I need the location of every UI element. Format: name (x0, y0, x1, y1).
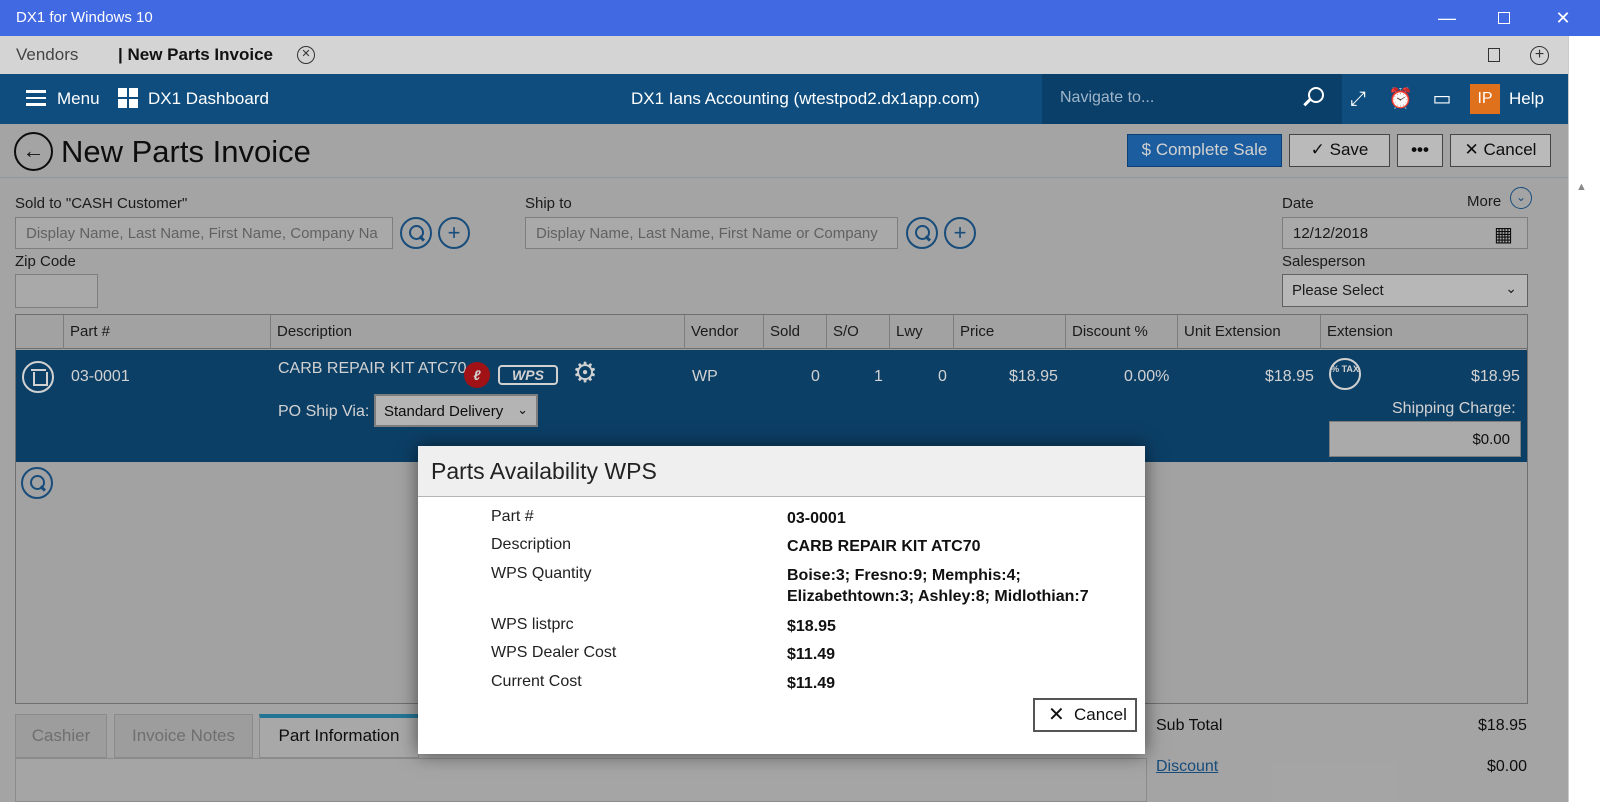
detail-value: CARB REPAIR KIT ATC70 (787, 538, 981, 555)
minimize-icon[interactable]: — (1424, 4, 1470, 32)
dashboard-link[interactable]: DX1 Dashboard (148, 89, 269, 109)
company-name: DX1 Ians Accounting (wtestpod2.dx1app.co… (631, 89, 980, 108)
scroll-up-icon[interactable]: ▲ (1576, 181, 1587, 193)
dialog-cancel-label: Cancel (1074, 705, 1127, 724)
tab-new-parts-invoice[interactable]: | New Parts Invoice (118, 45, 273, 65)
tab-vendors[interactable]: Vendors (16, 45, 78, 65)
detail-value: $11.49 (787, 646, 836, 663)
document-icon[interactable] (1488, 48, 1500, 62)
window-titlebar: DX1 for Windows 10 — ✕ (0, 0, 1600, 36)
detail-value: $11.49 (787, 675, 836, 692)
hamburger-icon[interactable] (26, 90, 46, 106)
scrollbar-track[interactable] (1568, 36, 1600, 802)
vertical-scrollbar[interactable]: ▲ (1568, 36, 1600, 802)
detail-label: WPS listprc (491, 616, 574, 633)
detail-label: Description (491, 536, 572, 553)
dialog-cancel-button[interactable]: ✕ Cancel (1033, 698, 1137, 732)
detail-label: WPS Dealer Cost (491, 644, 617, 661)
top-nav: Menu DX1 Dashboard DX1 Ians Accounting (… (0, 74, 1568, 124)
add-tab-icon[interactable]: + (1530, 46, 1549, 65)
user-avatar[interactable]: IP (1470, 84, 1500, 114)
parts-availability-dialog: Parts Availability WPS Part # 03-0001 De… (418, 446, 1145, 754)
menu-button[interactable]: Menu (57, 89, 100, 109)
search-icon[interactable] (1308, 87, 1324, 103)
chat-icon[interactable]: ▭ (1430, 87, 1454, 111)
tab-bar: Vendors | New Parts Invoice ✕ + (0, 36, 1568, 74)
x-icon: ✕ (1048, 704, 1065, 726)
detail-value: Boise:3; Fresno:9; Memphis:4; Elizabetht… (787, 567, 1089, 605)
navigate-search[interactable]: Navigate to... (1042, 74, 1342, 124)
detail-value: 03-0001 (787, 510, 846, 527)
detail-label: Part # (491, 508, 534, 525)
detail-value: $18.95 (787, 618, 836, 635)
navigate-search-placeholder: Navigate to... (1060, 89, 1155, 106)
help-link[interactable]: Help (1509, 89, 1544, 109)
detail-label: Current Cost (491, 673, 582, 690)
detail-label: WPS Quantity (491, 565, 592, 582)
alarm-clock-icon[interactable]: ⏰ (1388, 87, 1413, 111)
dashboard-icon[interactable] (118, 88, 138, 108)
close-window-icon[interactable]: ✕ (1540, 4, 1586, 32)
window-title: DX1 for Windows 10 (16, 9, 153, 26)
expand-icon[interactable]: ⤢ (1346, 87, 1370, 111)
dialog-header: Parts Availability WPS (418, 446, 1145, 497)
maximize-icon[interactable] (1481, 4, 1527, 32)
dialog-title: Parts Availability WPS (431, 458, 657, 484)
close-tab-icon[interactable]: ✕ (297, 46, 315, 64)
